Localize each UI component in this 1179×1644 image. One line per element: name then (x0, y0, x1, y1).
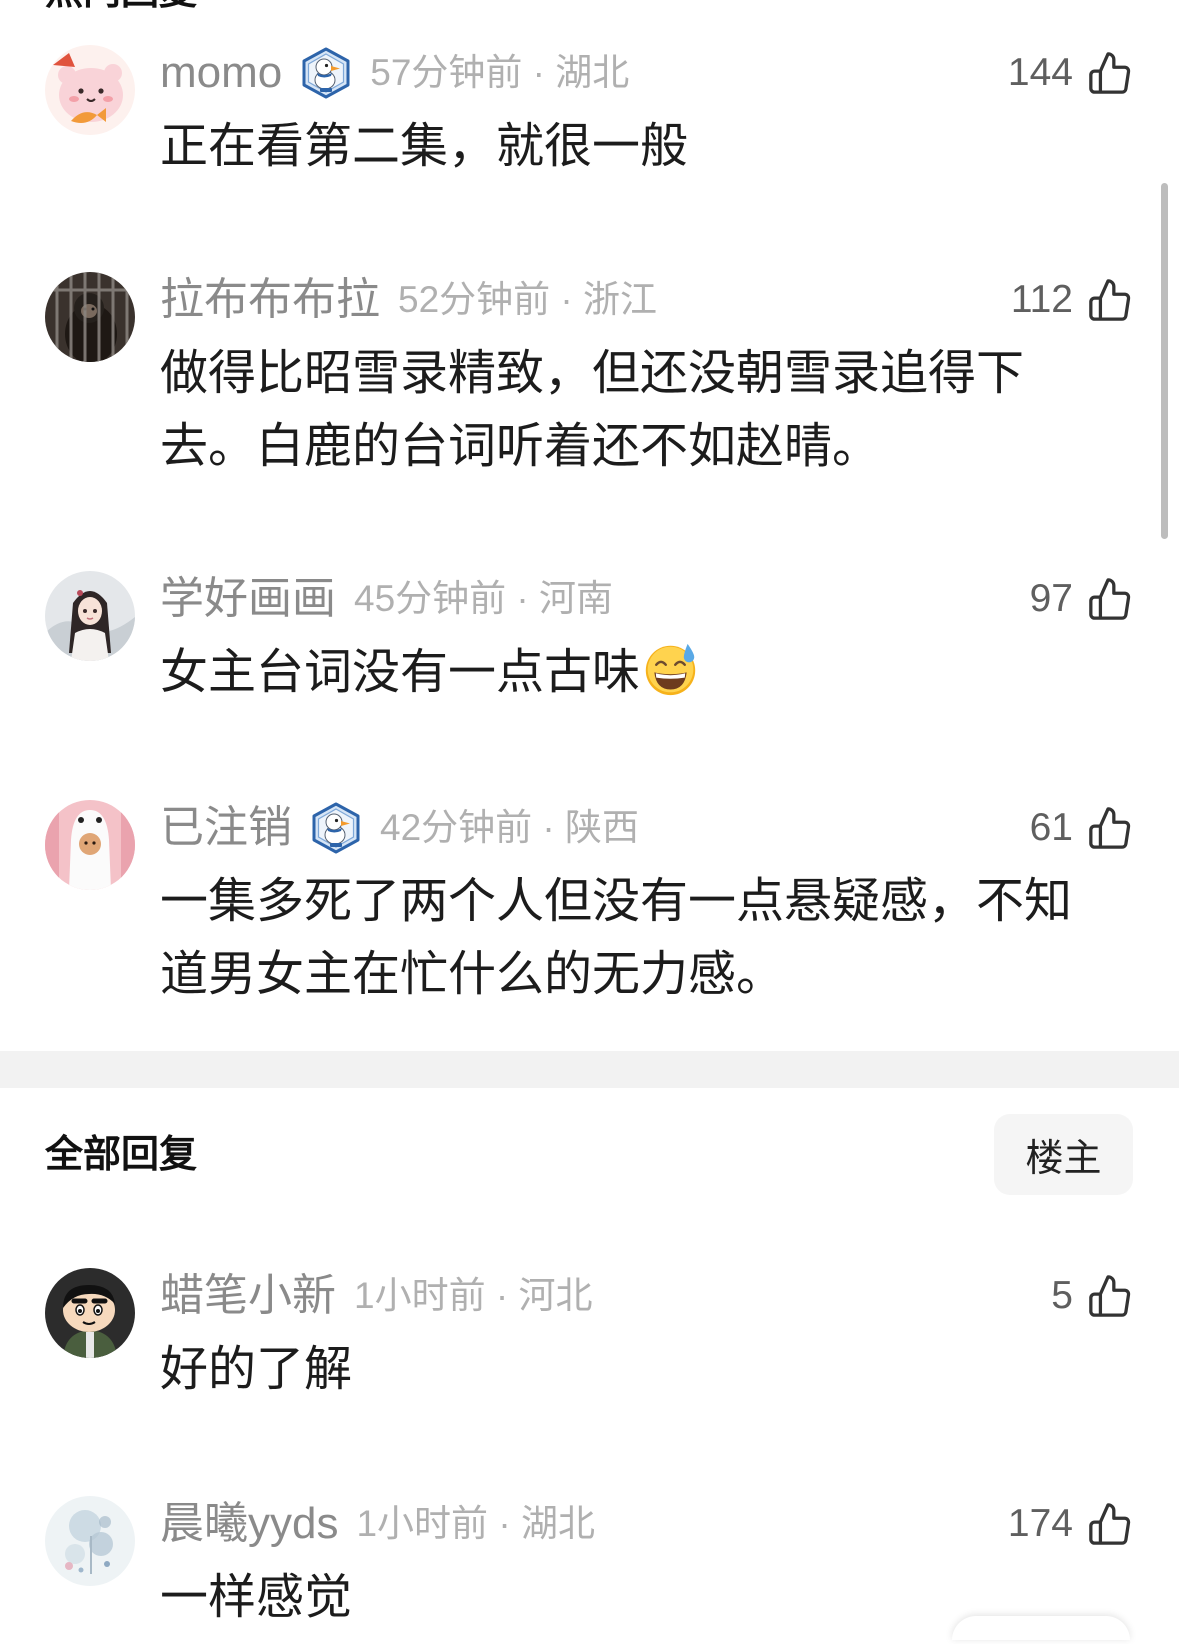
comment-header: 学好画画 45分钟前 · 河南 (160, 569, 613, 629)
like-count: 5 (1051, 1274, 1073, 1317)
comment-header: 已注销 42分钟前 · 陕西 (160, 798, 639, 858)
like-button[interactable]: 112 (1011, 274, 1133, 326)
like-count: 112 (1010, 278, 1073, 321)
comment-text-line: 去。白鹿的台词听着还不如赵晴。 (160, 420, 881, 473)
username[interactable]: 学好画画 (160, 569, 336, 629)
like-button[interactable]: 61 (1030, 802, 1133, 854)
username[interactable]: 晨曦yyds (160, 1494, 338, 1554)
comment-header: momo 57分钟前 · 湖北 (160, 43, 629, 103)
username[interactable]: 蜡笔小新 (160, 1266, 336, 1326)
comment-text-line: 一集多死了两个人但没有一点悬疑感，不知 (160, 875, 1073, 928)
comment-item[interactable]: 拉布布布拉 52分钟前 · 浙江 112 做得比昭雪录精致，但还没朝雪录追得下 … (0, 270, 1179, 473)
like-count: 61 (1029, 806, 1073, 849)
username[interactable]: 拉布布布拉 (160, 270, 380, 330)
hot-replies-title: 热门回复 (45, 0, 197, 10)
avatar[interactable] (45, 272, 135, 362)
like-button[interactable]: 97 (1030, 573, 1133, 625)
comment-text: 正在看第二集，就很一般 (160, 110, 1160, 183)
comment-text: 做得比昭雪录精致，但还没朝雪录追得下 去。白鹿的台词听着还不如赵晴。 (160, 337, 1160, 483)
goose-badge-icon (310, 802, 362, 854)
comment-meta: 42分钟前 · 陕西 (380, 807, 640, 848)
all-replies-title: 全部回复 (45, 1134, 198, 1176)
comment-text-line: 道男女主在忙什么的无力感。 (160, 948, 785, 1001)
username[interactable]: momo (160, 43, 282, 103)
like-button[interactable]: 144 (1008, 47, 1133, 99)
comment-meta: 1小时前 · 河北 (354, 1275, 593, 1316)
thumbs-up-icon[interactable] (1087, 1501, 1133, 1547)
like-count: 97 (1029, 577, 1073, 620)
comment-meta: 45分钟前 · 河南 (354, 578, 614, 619)
floating-reply-bar[interactable] (952, 1616, 1130, 1640)
username[interactable]: 已注销 (160, 798, 292, 858)
comment-item[interactable]: 已注销 42分钟前 · 陕西 61 一集多死了两个人但没有一点悬疑感，不知 道男… (0, 798, 1179, 1001)
comment-text-content: 女主台词没有一点古味 (160, 646, 641, 699)
comment-header: 拉布布布拉 52分钟前 · 浙江 (160, 270, 657, 330)
like-count: 174 (1007, 1502, 1073, 1545)
comment-meta: 52分钟前 · 浙江 (398, 279, 658, 320)
like-count: 144 (1007, 51, 1073, 94)
avatar[interactable] (45, 1268, 135, 1358)
comment-item[interactable]: momo 57分钟前 · 湖北 144 正在看第二集，就很一般 (0, 43, 1179, 193)
comment-text-line: 女主台词没有一点古味 (160, 636, 1160, 709)
comment-text-line: 做得比昭雪录精致，但还没朝雪录追得下 (160, 347, 1025, 400)
thumbs-up-icon[interactable] (1087, 277, 1133, 323)
like-button[interactable]: 174 (1008, 1498, 1133, 1550)
comment-item[interactable]: 蜡笔小新 1小时前 · 河北 5 好的了解 (0, 1266, 1179, 1416)
comment-text: 一集多死了两个人但没有一点悬疑感，不知 道男女主在忙什么的无力感。 (160, 865, 1160, 1011)
hot-replies-header: 热门回复 (0, 0, 600, 10)
thumbs-up-icon[interactable] (1087, 576, 1133, 622)
avatar[interactable] (45, 45, 135, 135)
avatar[interactable] (45, 571, 135, 661)
comment-text: 好的了解 (160, 1333, 1160, 1406)
goose-badge-icon (300, 47, 352, 99)
comment-item[interactable]: 学好画画 45分钟前 · 河南 97 女主台词没有一点古味 (0, 569, 1179, 719)
comment-meta: 1小时前 · 湖北 (356, 1503, 595, 1544)
comment-header: 晨曦yyds 1小时前 · 湖北 (160, 1494, 595, 1554)
comment-header: 蜡笔小新 1小时前 · 河北 (160, 1266, 592, 1326)
grinning-face-with-sweat-emoji (642, 641, 699, 698)
comment-text: 女主台词没有一点古味 (160, 636, 1160, 709)
thumbs-up-icon[interactable] (1087, 1273, 1133, 1319)
author-only-filter-button[interactable]: 楼主 (994, 1114, 1133, 1195)
avatar[interactable] (45, 800, 135, 890)
avatar[interactable] (45, 1496, 135, 1586)
comment-text-line: 好的了解 (160, 1343, 353, 1396)
like-button[interactable]: 5 (1051, 1270, 1133, 1322)
thumbs-up-icon[interactable] (1087, 805, 1133, 851)
thumbs-up-icon[interactable] (1087, 50, 1133, 96)
comment-text-line: 正在看第二集，就很一般 (160, 120, 689, 173)
comment-meta: 57分钟前 · 湖北 (370, 52, 630, 93)
section-separator (0, 1051, 1179, 1088)
scrollbar[interactable] (1161, 183, 1168, 539)
